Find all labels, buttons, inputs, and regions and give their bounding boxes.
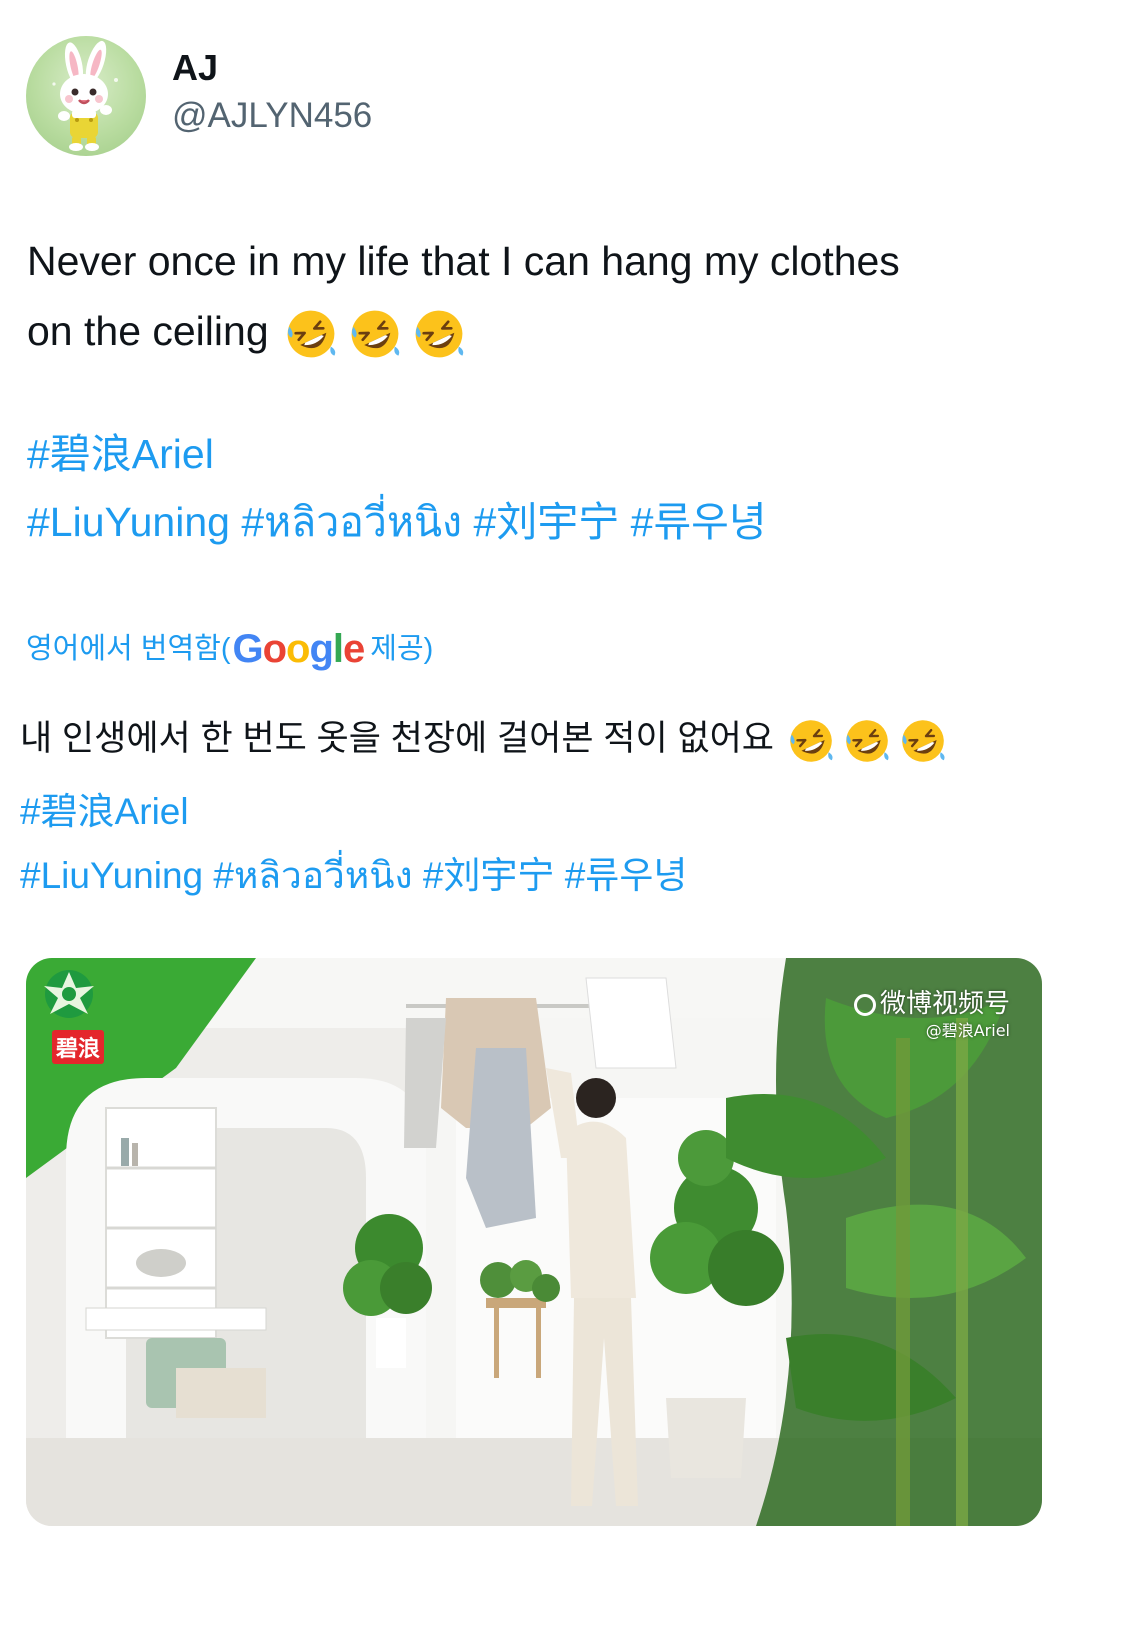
watermark-title: 微博视频号 xyxy=(879,989,1010,1019)
hashtag-link[interactable]: #류우녕 xyxy=(631,499,767,545)
rofl-emoji-icon xyxy=(901,719,945,762)
tweet-hashtags: #碧浪Ariel #LiuYuning #หลิวอวี่หนิง #刘宇宁 #… xyxy=(27,420,767,556)
tweet-media-video[interactable]: 碧浪 微博视频号 @碧浪Ariel xyxy=(26,958,1042,1526)
hashtag-line-2: #LiuYuning #หลิวอวี่หนิง #刘宇宁 #류우녕 xyxy=(27,488,767,556)
rabbit-avatar-icon xyxy=(52,40,118,151)
tweet-text-line-1: Never once in my life that I can hang my… xyxy=(27,238,900,284)
rofl-emoji-icon xyxy=(845,719,889,762)
translated-from-label: 영어에서 번역함( xyxy=(26,633,231,665)
translated-from-suffix: 제공) xyxy=(370,633,434,665)
hashtag-line-2: #LiuYuning #หลิวอวี่หนิง #刘宇宁 #류우녕 xyxy=(20,844,687,908)
translated-text-body: 내 인생에서 한 번도 옷을 천장에 걸어본 적이 없어요 xyxy=(20,719,774,758)
tweet-header: AJ @AJLYN456 xyxy=(26,36,372,156)
author-names: AJ @AJLYN456 xyxy=(172,46,372,138)
translated-hashtags: #碧浪Ariel #LiuYuning #หลิวอวี่หนิง #刘宇宁 #… xyxy=(20,780,687,908)
video-frame-scene xyxy=(26,958,1042,1526)
hashtag-link[interactable]: #LiuYuning xyxy=(27,499,230,545)
google-logo: Google xyxy=(232,627,365,671)
hashtag-line-1: #碧浪Ariel xyxy=(20,780,687,844)
hashtag-link[interactable]: #刘宇宁 xyxy=(423,855,555,896)
hashtag-link[interactable]: #碧浪Ariel xyxy=(27,431,214,477)
watermark-account: @碧浪Ariel xyxy=(925,1021,1010,1040)
rofl-emoji-icon xyxy=(287,310,336,358)
tweet-text-line-2: on the ceiling xyxy=(27,308,269,354)
user-handle[interactable]: @AJLYN456 xyxy=(172,94,372,138)
hashtag-link[interactable]: #หลิวอวี่หนิง xyxy=(241,499,462,545)
translated-from-link[interactable]: 영어에서 번역함( Google 제공) xyxy=(26,622,433,676)
video-watermark: 微博视频号 @碧浪Ariel xyxy=(853,988,1010,1042)
hashtag-link[interactable]: #碧浪Ariel xyxy=(20,791,189,832)
hashtag-link[interactable]: #หลิวอวี่หนิง xyxy=(213,855,412,896)
tweet-text: Never once in my life that I can hang my… xyxy=(27,226,1087,366)
translated-text: 내 인생에서 한 번도 옷을 천장에 걸어본 적이 없어요 xyxy=(20,706,1110,772)
hashtag-line-1: #碧浪Ariel xyxy=(27,420,767,488)
hashtag-link[interactable]: #刘宇宁 xyxy=(473,499,619,545)
weibo-video-icon xyxy=(853,993,876,1016)
display-name[interactable]: AJ xyxy=(172,46,372,90)
rofl-emoji-icon xyxy=(351,310,400,358)
hashtag-link[interactable]: #LiuYuning xyxy=(20,855,203,896)
rofl-emoji-icon xyxy=(415,310,464,358)
hashtag-link[interactable]: #류우녕 xyxy=(565,855,688,896)
avatar[interactable] xyxy=(26,36,146,156)
rofl-emoji-icon xyxy=(789,719,833,762)
brand-label: 碧浪 xyxy=(52,1030,105,1064)
